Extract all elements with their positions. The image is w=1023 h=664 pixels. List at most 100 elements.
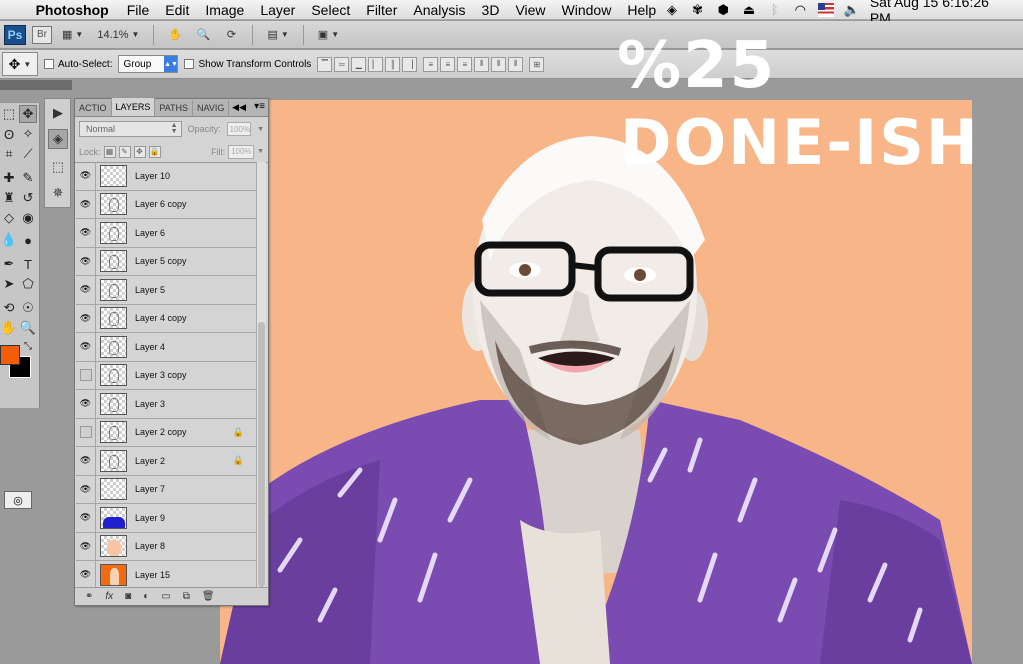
eject-icon[interactable]: ⏏ — [741, 2, 757, 17]
paths-panel-icon[interactable]: ⬚ — [48, 157, 68, 177]
actions-panel-icon[interactable]: ▶ — [48, 103, 68, 123]
layer-row[interactable]: 👁 Layer 3 — [76, 390, 256, 419]
layer-style-icon[interactable]: fx — [105, 591, 113, 602]
menu-window[interactable]: Window — [554, 2, 620, 18]
visibility-toggle[interactable]: 👁 — [76, 304, 96, 332]
hand-tool-icon[interactable]: ✋ — [0, 319, 18, 337]
3d-orbit-icon[interactable]: ☉ — [19, 299, 37, 317]
zoom-level[interactable]: 14.1% ▼ — [93, 25, 143, 45]
auto-select-checkbox[interactable] — [44, 59, 54, 69]
quick-mask-button[interactable]: ◎ — [4, 491, 32, 509]
paint-bucket-icon[interactable]: ◉ — [19, 209, 37, 227]
auto-align-layers-icon[interactable]: ⊞ — [529, 56, 545, 72]
paw-icon[interactable]: ✾ — [690, 2, 706, 17]
layers-scrollbar[interactable] — [256, 162, 266, 589]
pen-tool-icon[interactable]: ✒ — [0, 255, 18, 273]
rotate-view-button[interactable]: ⟳ — [220, 25, 242, 45]
layer-row[interactable]: 👁 Layer 4 — [76, 333, 256, 362]
arrange-documents-button[interactable]: ▤ ▼ — [263, 25, 292, 45]
distribute-bottom-icon[interactable]: ≡ — [457, 56, 473, 72]
view-extras-button[interactable]: ▦ ▼ — [58, 25, 87, 45]
crop-tool-icon[interactable]: ⌗ — [0, 145, 18, 163]
visibility-toggle[interactable]: 👁 — [76, 276, 96, 304]
3d-rotate-icon[interactable]: ⟲ — [0, 299, 18, 317]
layer-row[interactable]: 👁 Layer 6 copy — [76, 190, 256, 219]
layers-panel-icon[interactable]: ◈ — [48, 129, 68, 149]
zoom-tool-icon[interactable]: 🔍 — [19, 319, 37, 337]
hand-tool-button[interactable]: ✋ — [164, 25, 186, 45]
layer-row[interactable]: Layer 3 copy — [76, 361, 256, 390]
lock-all-icon[interactable]: 🔒 — [148, 145, 161, 158]
visibility-toggle[interactable] — [76, 418, 96, 446]
align-hcenter-icon[interactable]: ║ — [385, 56, 401, 72]
type-tool-icon[interactable]: T — [19, 255, 37, 273]
volume-icon[interactable]: 🔈 — [844, 2, 860, 17]
visibility-toggle[interactable]: 👁 — [76, 247, 96, 275]
menu-3d[interactable]: 3D — [474, 2, 508, 18]
opacity-dropdown-icon[interactable]: ▼ — [257, 126, 264, 133]
layer-row[interactable]: 👁 Layer 5 copy — [76, 247, 256, 276]
distribute-hcenter-icon[interactable]: ⫴ — [491, 56, 507, 72]
link-layers-icon[interactable]: ⚭ — [85, 591, 93, 602]
tab-navigator[interactable]: NAVIG — [193, 100, 230, 116]
auto-select-dropdown[interactable]: Group ▲▼ — [118, 55, 179, 73]
transform-controls-checkbox[interactable] — [184, 59, 195, 69]
lock-position-icon[interactable]: ✥ — [133, 145, 146, 158]
dodge-tool-icon[interactable]: ● — [19, 231, 37, 249]
path-select-icon[interactable]: ➤ — [0, 275, 18, 293]
menu-view[interactable]: View — [507, 2, 553, 18]
layer-row[interactable]: 👁 Layer 9 — [76, 504, 256, 533]
zoom-tool-button[interactable]: 🔍 — [192, 25, 214, 45]
us-flag-icon[interactable] — [818, 2, 834, 17]
menu-select[interactable]: Select — [303, 2, 358, 18]
bluetooth-icon[interactable]: ᛒ — [767, 2, 783, 17]
eyedropper-icon[interactable]: ⟋ — [19, 145, 37, 163]
clone-stamp-icon[interactable]: ♜ — [0, 189, 18, 207]
layer-row[interactable]: 👁 Layer 6 — [76, 219, 256, 248]
menu-layer[interactable]: Layer — [252, 2, 303, 18]
app-menu[interactable]: Photoshop — [28, 2, 119, 18]
align-vcenter-icon[interactable]: ═ — [334, 56, 350, 72]
lock-pixels-icon[interactable]: ✎ — [118, 145, 131, 158]
distribute-top-icon[interactable]: ≡ — [423, 56, 439, 72]
visibility-toggle[interactable]: 👁 — [76, 333, 96, 361]
align-right-icon[interactable]: ▕ — [402, 56, 418, 72]
wifi-icon[interactable]: ◠ — [792, 2, 808, 17]
collapse-panel-icon[interactable]: ◀◀ — [232, 102, 246, 113]
eraser-tool-icon[interactable]: ◇ — [0, 209, 18, 227]
visibility-toggle[interactable] — [76, 361, 96, 389]
visibility-toggle[interactable]: 👁 — [76, 219, 96, 247]
distribute-vcenter-icon[interactable]: ≡ — [440, 56, 456, 72]
align-bottom-icon[interactable]: ▁ — [351, 56, 367, 72]
scrollbar-thumb[interactable] — [258, 322, 265, 587]
visibility-toggle[interactable]: 👁 — [76, 475, 96, 503]
delete-layer-icon[interactable]: 🗑 — [202, 591, 215, 602]
menu-help[interactable]: Help — [619, 2, 664, 18]
new-layer-icon[interactable]: ⧉ — [183, 591, 190, 602]
blend-mode-select[interactable]: Normal ▲ ▼ — [79, 121, 182, 137]
layer-mask-icon[interactable]: ◙ — [125, 591, 131, 602]
tab-layers[interactable]: LAYERS — [111, 98, 156, 116]
lock-transparency-icon[interactable]: ▦ — [103, 145, 116, 158]
bridge-button[interactable]: Br — [32, 25, 52, 44]
adjustment-layer-icon[interactable]: ◐ — [143, 591, 149, 602]
layer-row[interactable]: 👁 Layer 7 — [76, 475, 256, 504]
healing-brush-icon[interactable]: ✚ — [0, 169, 18, 187]
history-brush-icon[interactable]: ↺ — [19, 189, 37, 207]
fill-field[interactable]: 100% — [228, 144, 255, 159]
layer-row[interactable]: 👁 Layer 15 — [76, 561, 256, 589]
gpu-icon[interactable]: ⬢ — [715, 2, 731, 17]
visibility-toggle[interactable]: 👁 — [76, 504, 96, 532]
menu-file[interactable]: File — [119, 2, 158, 18]
menu-edit[interactable]: Edit — [157, 2, 197, 18]
marquee-tool-icon[interactable]: ⬚ — [0, 105, 18, 123]
nvidia-icon[interactable]: ◈ — [664, 2, 680, 17]
menu-filter[interactable]: Filter — [358, 2, 405, 18]
fill-dropdown-icon[interactable]: ▼ — [257, 148, 264, 155]
brush-tool-icon[interactable]: ✎ — [19, 169, 37, 187]
auto-select-option[interactable]: Auto-Select: — [44, 59, 112, 70]
panel-menu-icon[interactable]: ▾≡ — [254, 101, 265, 112]
visibility-toggle[interactable]: 👁 — [76, 390, 96, 418]
distribute-right-icon[interactable]: ⫴ — [508, 56, 524, 72]
visibility-toggle[interactable]: 👁 — [76, 561, 96, 589]
